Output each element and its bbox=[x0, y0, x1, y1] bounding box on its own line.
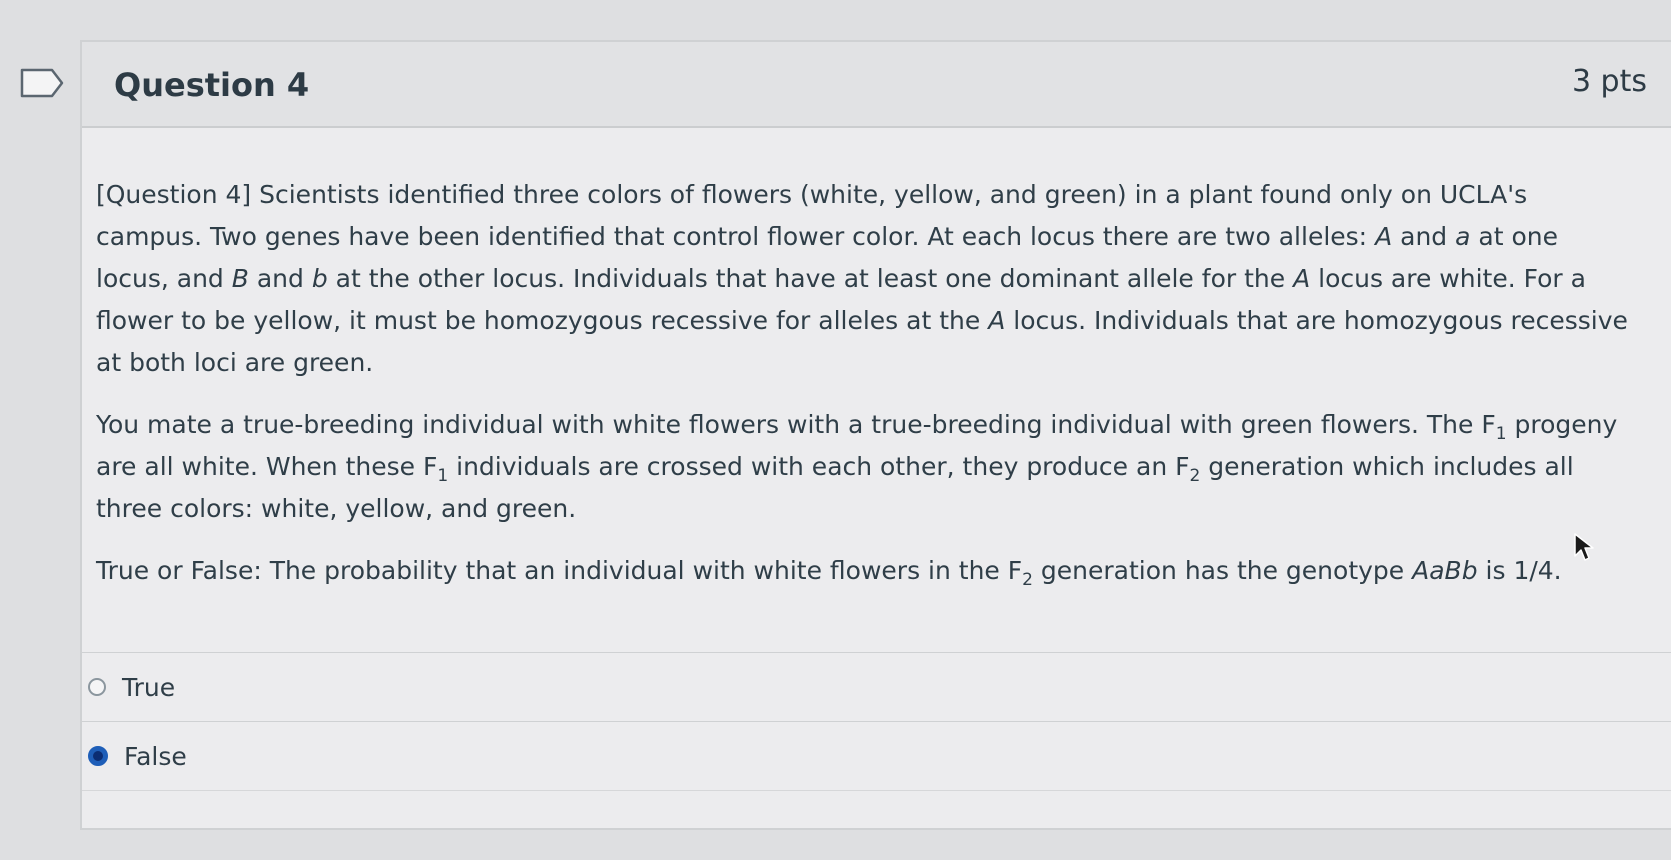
question-points: 3 pts bbox=[1571, 64, 1647, 99]
bookmark-flag-icon[interactable] bbox=[20, 68, 64, 98]
question-paragraph-3: True or False: The probability that an i… bbox=[96, 556, 1562, 590]
answer-list: True False bbox=[82, 652, 1671, 791]
question-paragraph-1: [Question 4] Scientists identified three… bbox=[96, 180, 1628, 377]
question-title: Question 4 bbox=[114, 66, 310, 104]
question-paragraph-2: You mate a true-breeding individual with… bbox=[96, 410, 1618, 523]
answer-option-false[interactable]: False bbox=[82, 721, 1671, 791]
radio-true[interactable] bbox=[88, 678, 106, 696]
question-card: Question 4 3 pts [Question 4] Scientists… bbox=[80, 40, 1671, 830]
radio-false-selected[interactable] bbox=[88, 746, 108, 766]
answer-label-true: True bbox=[122, 672, 176, 702]
question-text: [Question 4] Scientists identified three… bbox=[96, 174, 1631, 592]
question-header: Question 4 3 pts bbox=[82, 42, 1671, 128]
answer-label-false: False bbox=[124, 741, 187, 771]
mouse-pointer-icon bbox=[1574, 533, 1594, 561]
answer-option-true[interactable]: True bbox=[82, 652, 1671, 721]
